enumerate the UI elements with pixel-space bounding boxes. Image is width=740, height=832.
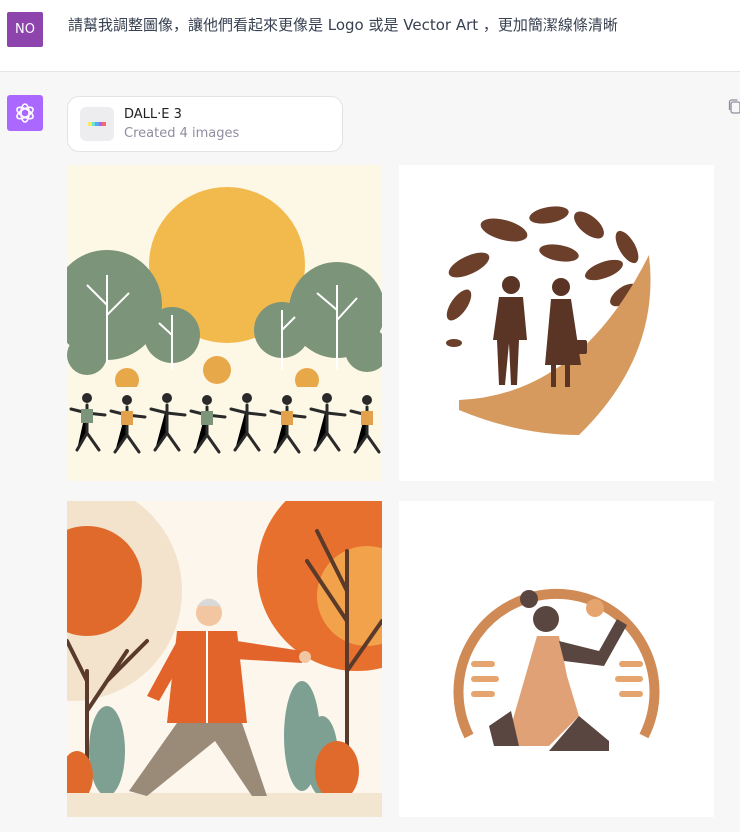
user-message-text: 請幫我調整圖像，讓他們看起來更像是 Logo 或是 Vector Art ，更加… (68, 16, 618, 34)
generated-image-4[interactable] (399, 501, 714, 817)
user-avatar: NO (7, 12, 43, 47)
generated-image-2[interactable] (399, 165, 714, 481)
copy-icon[interactable] (728, 99, 740, 115)
generated-image-3[interactable] (67, 501, 382, 817)
generated-image-1[interactable] (67, 165, 382, 481)
openai-logo-icon (7, 95, 43, 131)
dalle-tool-card[interactable]: DALL·E 3 Created 4 images (67, 96, 343, 152)
tool-subtitle: Created 4 images (124, 126, 240, 141)
dalle-rainbow-icon (80, 107, 114, 141)
tool-title: DALL·E 3 (124, 107, 182, 122)
user-message-row: NO 請幫我調整圖像，讓他們看起來更像是 Logo 或是 Vector Art … (0, 0, 740, 72)
